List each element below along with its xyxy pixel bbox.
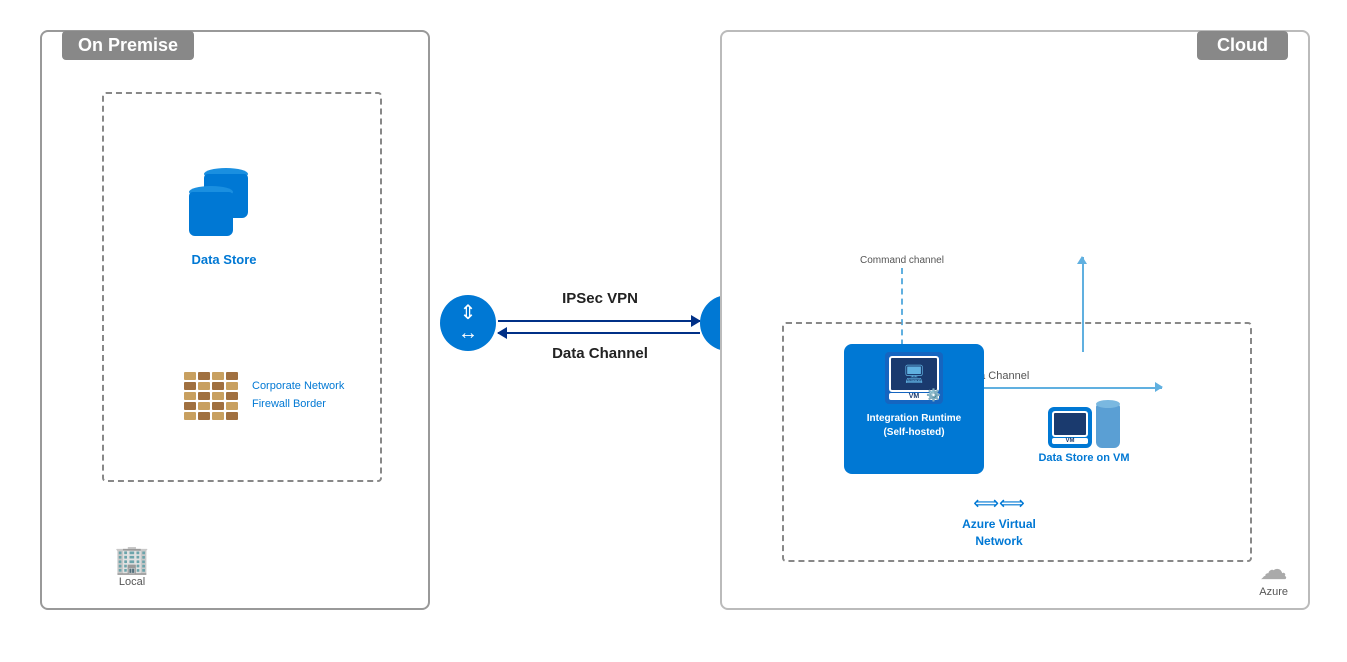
ipsec-label: IPSec VPN: [500, 290, 700, 307]
vpn-arrows-left: ⇕↔: [458, 303, 478, 343]
integration-label: Integration Runtime(Self-hosted): [852, 412, 976, 440]
firewall: Corporate Network Firewall Border: [184, 372, 414, 420]
data-channel-label-mid: Data Channel: [500, 345, 700, 362]
on-premise-box: On Premise Data Store: [40, 30, 430, 610]
vnet-icon: ⟺⟺: [934, 493, 1064, 514]
azure-bottom: ☁ Azure: [1259, 553, 1288, 598]
vpn-circle-left: ⇕↔: [440, 295, 496, 351]
datastore-vm-icon: VM: [1024, 404, 1144, 448]
local-building: 🏢 Local: [102, 543, 162, 588]
cloud-box: Cloud 🏭 Data Factory ⊞ ⚡ SQL {} Azure ma…: [720, 30, 1310, 610]
monitor-screen: 🖥: [889, 356, 939, 392]
vm-box: VM: [1048, 407, 1092, 448]
corporate-network-label: Corporate Network: [252, 378, 344, 396]
datastore-vm: VM Data Store on VM: [1024, 404, 1144, 464]
cloud-label: Cloud: [1197, 31, 1288, 60]
vnet-text: Azure VirtualNetwork: [934, 516, 1064, 550]
vm-screen: [1052, 411, 1088, 437]
on-premise-label: On Premise: [62, 31, 194, 60]
vm-cylinder: [1096, 404, 1120, 448]
arrow-right: [498, 320, 700, 322]
gear-icon: ⚙️: [926, 388, 941, 402]
datastore-vm-label: Data Store on VM: [1024, 452, 1144, 464]
monitor-icon: 🖥 ⚙️ VM: [885, 352, 943, 404]
firewall-border-label: Firewall Border: [252, 396, 344, 414]
vnet-label: ⟺⟺ Azure VirtualNetwork: [934, 493, 1064, 550]
building-icon: 🏢: [102, 543, 162, 576]
vnet-box: 🖥 ⚙️ VM Integration Runtime(Self-hosted)…: [782, 322, 1252, 562]
vm-label2: VM: [1052, 438, 1088, 444]
integration-runtime-box: 🖥 ⚙️ VM Integration Runtime(Self-hosted): [844, 344, 984, 474]
firewall-labels: Corporate Network Firewall Border: [252, 378, 344, 413]
diagram: On Premise Data Store: [0, 0, 1347, 662]
local-label: Local: [102, 576, 162, 588]
azure-cloud-icon: ☁: [1259, 553, 1288, 586]
data-store-icon: [184, 174, 264, 244]
premise-inner-box: Data Store Corporate Network Firewall Bo…: [102, 92, 382, 482]
azure-label: Azure: [1259, 586, 1288, 598]
arrow-left: [498, 332, 700, 334]
command-channel-label: Command channel: [860, 255, 944, 266]
data-store: Data Store: [164, 174, 284, 267]
vm-cylinder-top: [1096, 400, 1120, 408]
data-store-label: Data Store: [164, 252, 284, 267]
